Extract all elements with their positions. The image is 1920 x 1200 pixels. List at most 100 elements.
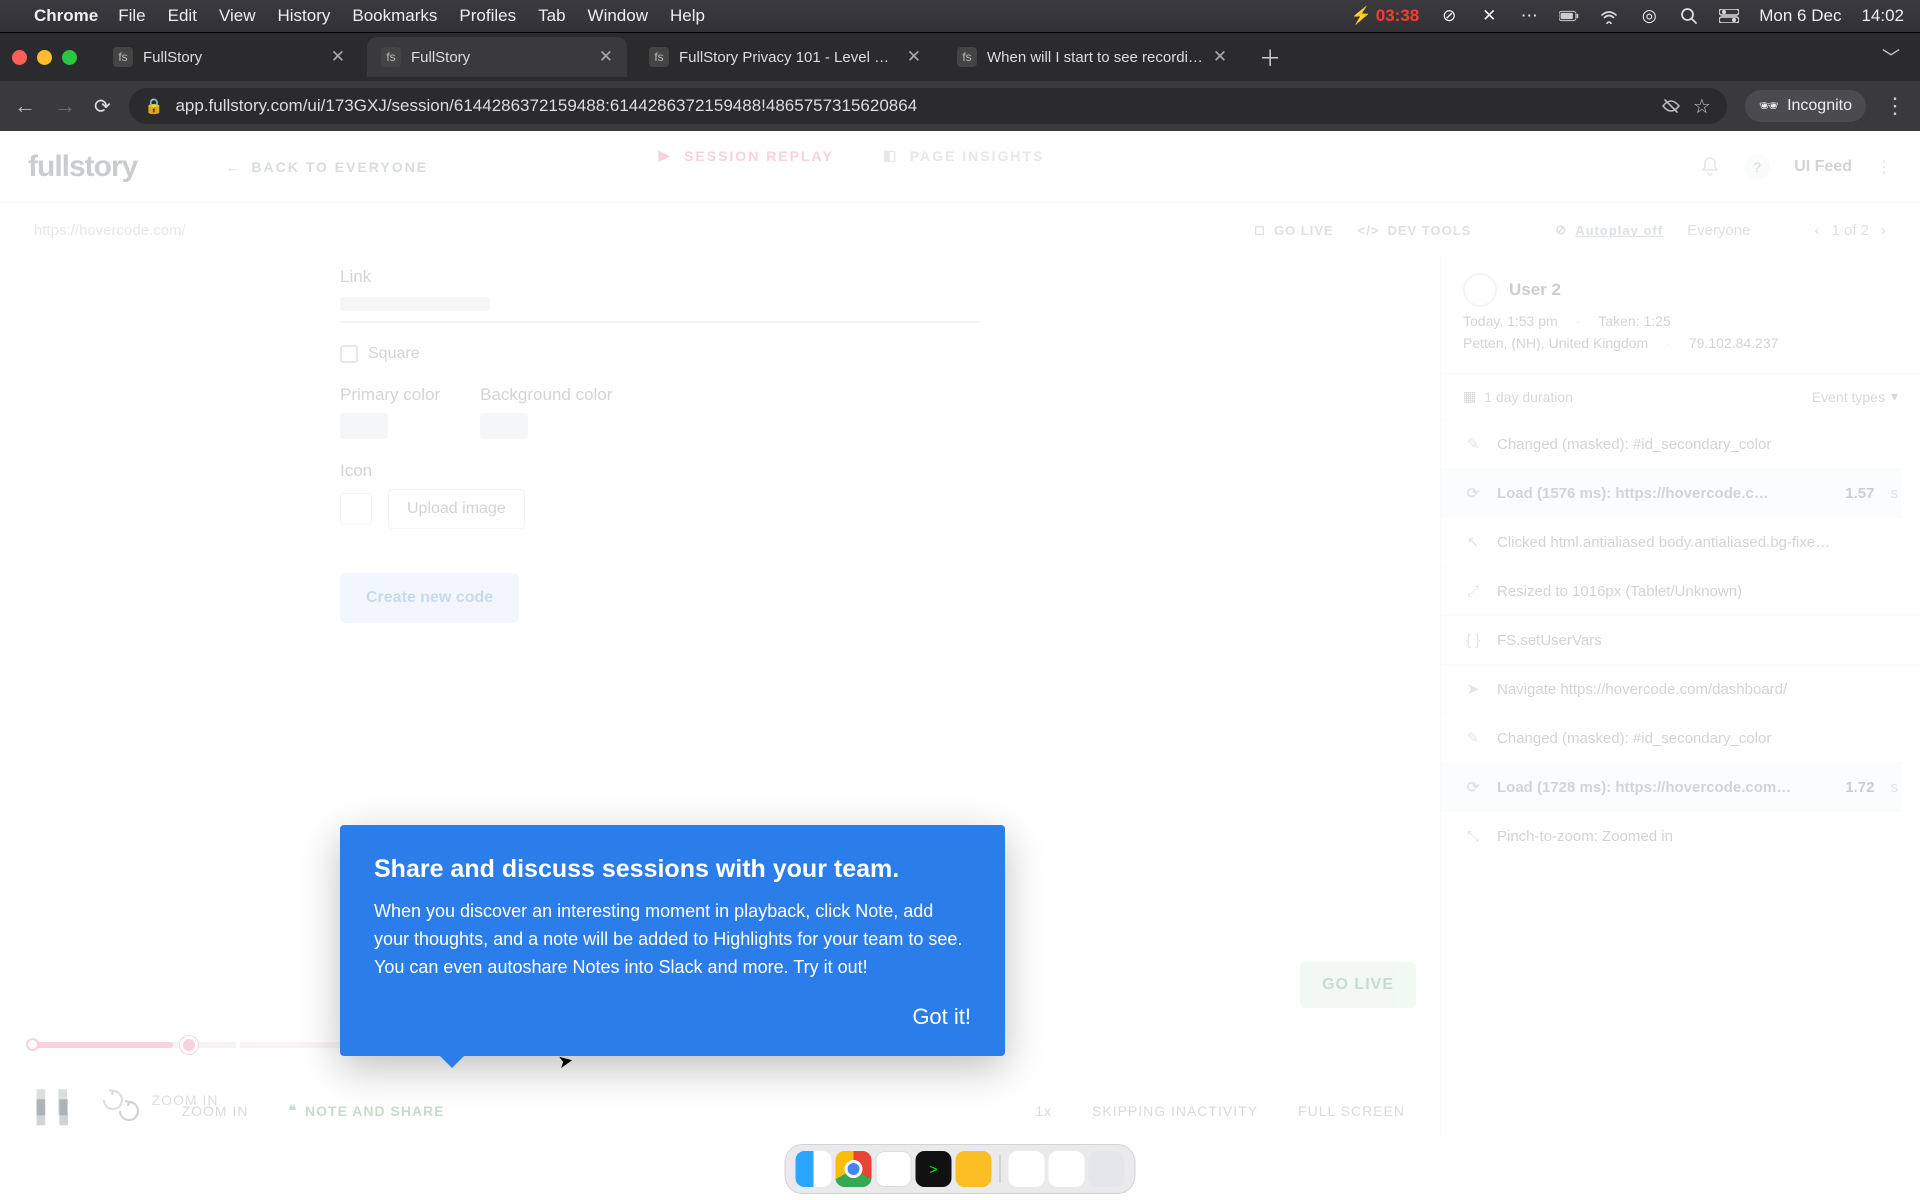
browser-tab-0[interactable]: fs FullStory ✕	[99, 37, 359, 77]
close-tab-icon[interactable]: ✕	[1213, 47, 1227, 67]
playhead[interactable]	[180, 1036, 198, 1054]
control-center-icon[interactable]	[1719, 6, 1739, 26]
menu-bookmarks[interactable]: Bookmarks	[352, 6, 437, 26]
chrome-menu-button[interactable]: ⋮	[1884, 93, 1906, 119]
dock-trash[interactable]	[1089, 1151, 1125, 1187]
tab-page-insights[interactable]: ◧ PAGE INSIGHTS	[882, 147, 1045, 187]
menu-history[interactable]: History	[277, 6, 330, 26]
star-icon[interactable]: ☆	[1693, 94, 1711, 119]
spotlight-icon[interactable]	[1679, 6, 1699, 26]
status-icon-1[interactable]: ⊘	[1439, 6, 1459, 26]
dock-finder[interactable]	[796, 1151, 832, 1187]
session-duration: Taken: 1:25	[1598, 313, 1670, 329]
event-row[interactable]: ↖ Clicked html.antialiased body.antialia…	[1441, 517, 1920, 566]
go-live-inline[interactable]: ◻ GO LIVE	[1254, 222, 1334, 238]
forward-button[interactable]: →	[54, 93, 76, 119]
event-row[interactable]: ⤢ Resized to 1016px (Tablet/Unknown)	[1441, 566, 1920, 615]
close-tab-icon[interactable]: ✕	[599, 47, 613, 67]
event-types-label[interactable]: Event types	[1812, 389, 1885, 405]
event-row[interactable]: { } FS.setUserVars	[1441, 615, 1920, 664]
menu-view[interactable]: View	[219, 6, 256, 26]
omnibox[interactable]: 🔒 app.fullstory.com/ui/173GXJ/session/61…	[129, 88, 1727, 124]
event-row[interactable]: ✎ Changed (masked): #id_secondary_color	[1441, 713, 1920, 762]
dock-mail[interactable]	[1009, 1151, 1045, 1187]
menu-file[interactable]: File	[118, 6, 145, 26]
rewind-button[interactable]	[100, 1087, 126, 1113]
upload-image-button[interactable]: Upload image	[388, 489, 525, 529]
popover-dismiss-button[interactable]: Got it!	[374, 1004, 971, 1030]
event-row[interactable]: ➤ Navigate https://hovercode.com/dashboa…	[1441, 664, 1920, 713]
pause-button[interactable]: ❚❚	[30, 1085, 74, 1116]
close-window-button[interactable]	[12, 50, 27, 65]
zoom-in-button[interactable]: ZOOM IN	[152, 1092, 219, 1108]
event-row[interactable]: ⤡ Pinch-to-zoom: Zoomed in	[1441, 811, 1920, 860]
field-label-primary: Primary color	[340, 385, 440, 405]
battery-bolt-time[interactable]: ⚡ 03:38	[1351, 6, 1420, 26]
browser-tab-2[interactable]: fs FullStory Privacy 101 - Level U… ✕	[635, 37, 935, 77]
incognito-badge[interactable]: 🕶 Incognito	[1745, 90, 1866, 122]
menubar-clock[interactable]: 14:02	[1861, 6, 1904, 26]
menu-edit[interactable]: Edit	[168, 6, 197, 26]
menu-profiles[interactable]: Profiles	[459, 6, 516, 26]
fullscreen-window-button[interactable]	[62, 50, 77, 65]
menu-help[interactable]: Help	[670, 6, 705, 26]
favicon-icon: fs	[113, 47, 133, 67]
next-session-button[interactable]: ›	[1881, 222, 1886, 239]
menubar-app-name[interactable]: Chrome	[34, 6, 98, 26]
close-tab-icon[interactable]: ✕	[907, 47, 921, 67]
focus-icon[interactable]: ◎	[1639, 6, 1659, 26]
tab-session-replay[interactable]: ▶ SESSION REPLAY	[656, 147, 834, 187]
fullstory-logo[interactable]: fullstory	[28, 150, 137, 184]
menu-tab[interactable]: Tab	[538, 6, 565, 26]
dev-tools-toggle[interactable]: </> DEV TOOLS	[1358, 223, 1472, 238]
event-row[interactable]: ✎ Changed (masked): #id_secondary_color	[1441, 419, 1920, 468]
reload-button[interactable]: ⟳	[94, 94, 111, 119]
user-avatar[interactable]	[1463, 273, 1497, 307]
recorded-url: https://hovercode.com/	[34, 222, 186, 239]
dock-textedit[interactable]	[1049, 1151, 1085, 1187]
square-checkbox-row[interactable]: Square	[340, 345, 980, 363]
ui-feed-link[interactable]: UI Feed	[1794, 158, 1852, 176]
timeline-start-handle[interactable]	[26, 1038, 39, 1051]
dock-notes[interactable]	[876, 1151, 912, 1187]
tabs-overflow-icon[interactable]: ﹀	[1882, 44, 1900, 70]
checkbox-icon[interactable]	[340, 345, 358, 363]
background-color-swatch[interactable]	[480, 413, 528, 439]
lock-icon[interactable]: 🔒	[145, 97, 164, 115]
primary-color-swatch[interactable]	[340, 413, 388, 439]
favicon-icon: fs	[649, 47, 669, 67]
dock-terminal[interactable]	[916, 1151, 952, 1187]
tab-label: PAGE INSIGHTS	[910, 148, 1045, 164]
user-name[interactable]: User 2	[1509, 280, 1561, 300]
wifi-icon[interactable]	[1599, 6, 1619, 26]
autoplay-toggle[interactable]: ⊘ Autoplay off	[1555, 222, 1663, 238]
battery-icon[interactable]	[1559, 6, 1579, 26]
browser-tab-3[interactable]: fs When will I start to see recordi… ✕	[943, 37, 1241, 77]
menubar-date[interactable]: Mon 6 Dec	[1759, 6, 1841, 26]
close-tab-icon[interactable]: ✕	[331, 47, 345, 67]
prev-session-button[interactable]: ‹	[1814, 222, 1819, 239]
back-button[interactable]: ←	[14, 93, 36, 119]
help-button[interactable]: ?	[1744, 154, 1770, 180]
minimize-window-button[interactable]	[37, 50, 52, 65]
chevron-down-icon[interactable]: ▾	[1891, 388, 1898, 405]
link-input[interactable]	[340, 287, 980, 323]
field-label-background: Background color	[480, 385, 612, 405]
new-tab-button[interactable]: ＋	[1259, 41, 1281, 73]
app-menu-button[interactable]: ⋮	[1876, 157, 1892, 177]
create-code-button[interactable]: Create new code	[340, 573, 519, 623]
go-live-button[interactable]: GO LIVE	[1300, 962, 1416, 1008]
back-to-segment-link[interactable]: ← BACK TO EVERYONE	[225, 159, 428, 175]
event-text: Pinch-to-zoom: Zoomed in	[1497, 828, 1898, 845]
status-icon-2[interactable]: ✕	[1479, 6, 1499, 26]
eye-off-icon[interactable]	[1661, 96, 1681, 116]
event-row[interactable]: ⟳ Load (1576 ms): https://hovercode.c… 1…	[1441, 468, 1920, 517]
dock-app-bolt[interactable]	[956, 1151, 992, 1187]
status-icon-3[interactable]: ⋯	[1519, 6, 1539, 26]
event-row[interactable]: ⟳ Load (1728 ms): https://hovercode.com……	[1441, 762, 1920, 811]
bell-icon[interactable]	[1700, 156, 1720, 178]
event-text: FS.setUserVars	[1497, 632, 1898, 649]
browser-tab-1[interactable]: fs FullStory ✕	[367, 37, 627, 77]
menu-window[interactable]: Window	[588, 6, 648, 26]
dock-chrome[interactable]	[836, 1151, 872, 1187]
